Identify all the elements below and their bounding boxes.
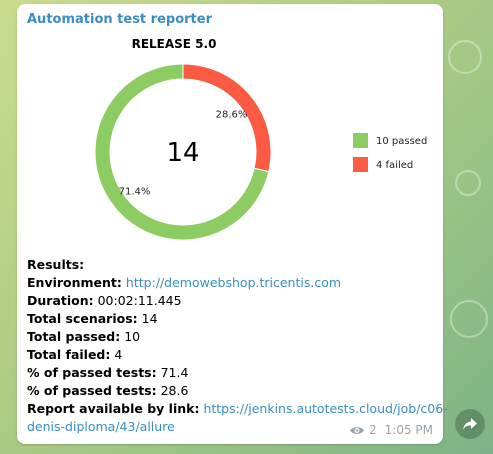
background-doodle <box>448 40 482 74</box>
sender-name[interactable]: Automation test reporter <box>27 12 212 27</box>
results-heading: Results: <box>27 257 85 272</box>
share-arrow-icon <box>463 418 477 430</box>
duration-label: Duration: <box>27 293 94 308</box>
message-time: 1:05 PM <box>384 423 433 437</box>
total-failed-value: 4 <box>114 347 123 362</box>
message-bubble: Automation test reporter RELEASE 5.0 14 … <box>17 4 448 444</box>
pct-passed-label-2: % of passed tests: <box>27 383 157 398</box>
background-doodle <box>450 300 488 338</box>
pct-passed-label: % of passed tests: <box>27 365 157 380</box>
slice-label-passed: 71.4% <box>119 187 151 198</box>
legend-label-passed: 10 passed <box>376 136 427 147</box>
environment-label: Environment: <box>27 275 122 290</box>
legend-label-failed: 4 failed <box>376 160 413 171</box>
report-link-part2[interactable]: denis-diploma/43/allure <box>27 419 175 434</box>
chart-legend: 10 passed 4 failed <box>353 133 427 172</box>
legend-swatch-passed <box>353 133 368 148</box>
total-passed-label: Total passed: <box>27 329 121 344</box>
slice-label-failed: 28.6% <box>216 109 248 120</box>
message-meta: 2 1:05 PM <box>349 423 433 437</box>
total-failed-label: Total failed: <box>27 347 111 362</box>
chart-center-total: 14 <box>166 138 199 168</box>
environment-link[interactable]: http://demowebshop.tricentis.com <box>126 275 341 290</box>
pct-passed-value-2: 28.6 <box>160 383 189 398</box>
report-label: Report available by link: <box>27 401 200 416</box>
chart-title: RELEASE 5.0 <box>132 37 217 51</box>
background-doodle <box>455 170 481 196</box>
total-scenarios-value: 14 <box>141 311 158 326</box>
total-passed-value: 10 <box>124 329 141 344</box>
legend-swatch-failed <box>353 157 368 172</box>
report-chart[interactable]: RELEASE 5.0 14 28.6% 71.4% 10 passed 4 f… <box>25 32 435 244</box>
report-link-part1[interactable]: https://jenkins.autotests.cloud/job/c06- <box>203 401 447 416</box>
results-text: Results: Environment: http://demowebshop… <box>27 256 448 436</box>
view-count: 2 <box>369 423 377 437</box>
share-button[interactable] <box>455 409 485 439</box>
eye-icon <box>350 426 364 434</box>
pct-passed-value: 71.4 <box>160 365 189 380</box>
total-scenarios-label: Total scenarios: <box>27 311 138 326</box>
duration-value: 00:02:11.445 <box>97 293 182 308</box>
